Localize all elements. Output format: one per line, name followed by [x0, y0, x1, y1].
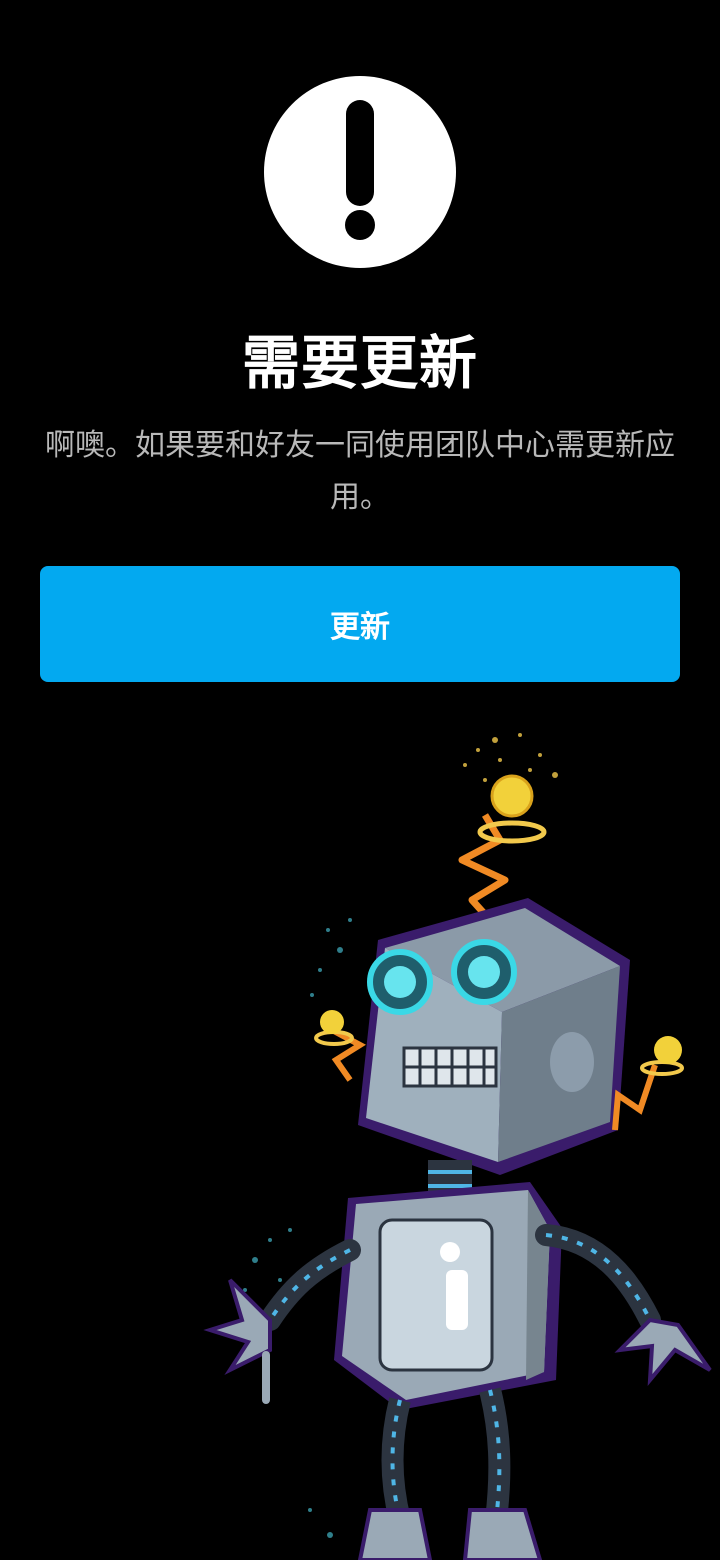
antenna-bulb: [490, 774, 534, 818]
robot-illustration: [203, 733, 712, 1560]
left-hand: [203, 1278, 272, 1376]
left-foot: [357, 1508, 433, 1560]
robot-mouth: [402, 1046, 498, 1088]
antenna-ring: [477, 820, 547, 844]
right-foot: [462, 1508, 543, 1560]
update-button[interactable]: 更新: [40, 566, 680, 682]
right-hand: [614, 1317, 712, 1386]
page-title: 需要更新: [241, 329, 478, 397]
exclamation-circle-icon: [264, 76, 456, 268]
update-message: 啊噢。如果要和好友一同使用团队中心需更新应用。: [45, 428, 675, 515]
update-button-label: 更新: [330, 610, 390, 645]
